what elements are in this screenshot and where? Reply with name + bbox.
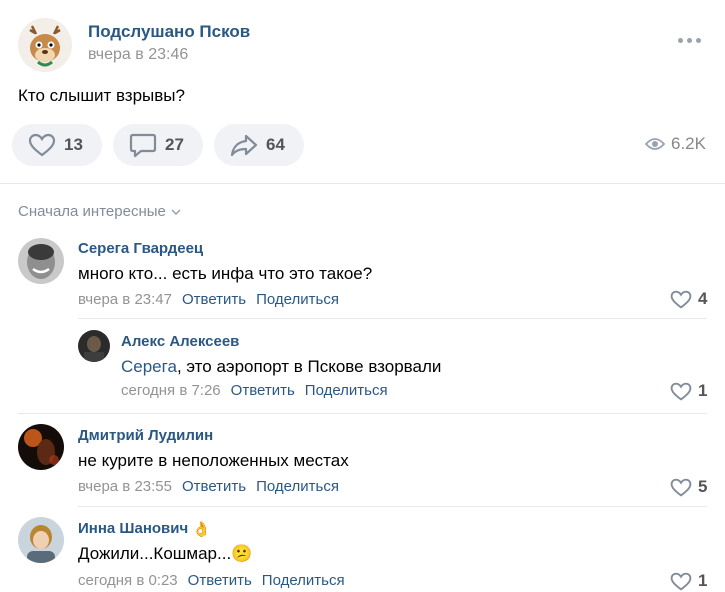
comment-like-count: 5: [698, 477, 708, 496]
share-link[interactable]: Поделиться: [256, 478, 339, 495]
mention-link[interactable]: Серега: [121, 357, 177, 376]
share-link[interactable]: Поделиться: [262, 572, 345, 589]
post-divider: [0, 183, 725, 184]
ok-hand-emoji-icon: 👌: [192, 521, 211, 538]
share-link[interactable]: Поделиться: [256, 291, 339, 308]
comment-like-button[interactable]: 1: [670, 571, 707, 591]
reply-button[interactable]: Ответить: [182, 291, 246, 308]
share-count: 64: [266, 135, 285, 154]
more-options-icon[interactable]: [678, 32, 704, 48]
views-count: 6.2K: [671, 134, 706, 153]
comment-meta: сегодня в 7:26 Ответить Поделиться: [121, 382, 388, 399]
like-count: 13: [64, 135, 83, 154]
heart-icon: [670, 572, 692, 591]
avatar[interactable]: [18, 238, 64, 284]
confused-face-emoji-icon: 😕: [231, 544, 253, 563]
eye-icon: [645, 138, 665, 150]
share-button[interactable]: 64: [214, 124, 304, 166]
reply-button[interactable]: Ответить: [231, 382, 295, 399]
share-icon: [230, 134, 258, 157]
reply-button[interactable]: Ответить: [182, 478, 246, 495]
views-counter: 6.2K: [645, 134, 706, 154]
comment-text: много кто... есть инфа что это такое?: [78, 264, 373, 283]
group-avatar[interactable]: [18, 18, 72, 72]
comment-author[interactable]: Инна Шанович: [78, 520, 188, 538]
avatar[interactable]: [18, 424, 64, 470]
heart-icon: [670, 382, 692, 401]
comment-author[interactable]: Серега Гвардеец: [78, 240, 203, 257]
chevron-down-icon: [171, 208, 181, 215]
heart-icon: [28, 133, 56, 157]
comment-like-count: 1: [698, 381, 708, 400]
heart-icon: [670, 290, 692, 309]
post-time[interactable]: вчера в 23:46: [88, 46, 188, 64]
avatar[interactable]: [78, 330, 110, 362]
comment-author-wrap: Инна Шанович 👌: [78, 520, 211, 538]
avatar[interactable]: [18, 517, 64, 563]
comment-author[interactable]: Дмитрий Лудилин: [78, 427, 213, 444]
heart-icon: [670, 478, 692, 497]
comment-meta: вчера в 23:55 Ответить Поделиться: [78, 478, 339, 495]
post-text: Кто слышит взрывы?: [18, 86, 185, 105]
comment-author[interactable]: Алекс Алексеев: [121, 333, 239, 350]
group-name[interactable]: Подслушано Псков: [88, 22, 250, 42]
comment-like-button[interactable]: 1: [670, 381, 707, 401]
comment-divider: [18, 413, 707, 414]
comment-icon: [129, 133, 157, 158]
comment-divider: [78, 506, 707, 507]
comment-time[interactable]: вчера в 23:47: [78, 291, 172, 308]
comment-time[interactable]: сегодня в 7:26: [121, 382, 221, 399]
comment-like-count: 1: [698, 571, 708, 590]
share-link[interactable]: Поделиться: [305, 382, 388, 399]
comment-like-button[interactable]: 5: [670, 477, 707, 497]
comment-button[interactable]: 27: [113, 124, 203, 166]
comment-meta: сегодня в 0:23 Ответить Поделиться: [78, 572, 345, 589]
comment-text-body: , это аэропорт в Пскове взорвали: [176, 357, 442, 376]
comment-like-button[interactable]: 4: [670, 289, 707, 309]
comment-text: Серега, это аэропорт в Пскове взорвали: [121, 357, 441, 377]
comment-divider: [78, 318, 707, 319]
comment-time[interactable]: вчера в 23:55: [78, 478, 172, 495]
comment-count: 27: [165, 135, 184, 154]
comment-like-count: 4: [698, 289, 708, 308]
comment-text: Дожили...Кошмар...😕: [78, 544, 252, 564]
comment-time[interactable]: сегодня в 0:23: [78, 572, 178, 589]
comment-text: не курите в неположенных местах: [78, 451, 349, 470]
comment-text-body: Дожили...Кошмар...: [78, 544, 232, 563]
comment-meta: вчера в 23:47 Ответить Поделиться: [78, 291, 339, 308]
sort-dropdown[interactable]: Сначала интересные: [18, 203, 181, 220]
reply-button[interactable]: Ответить: [188, 572, 252, 589]
sort-label: Сначала интересные: [18, 203, 166, 220]
like-button[interactable]: 13: [12, 124, 102, 166]
